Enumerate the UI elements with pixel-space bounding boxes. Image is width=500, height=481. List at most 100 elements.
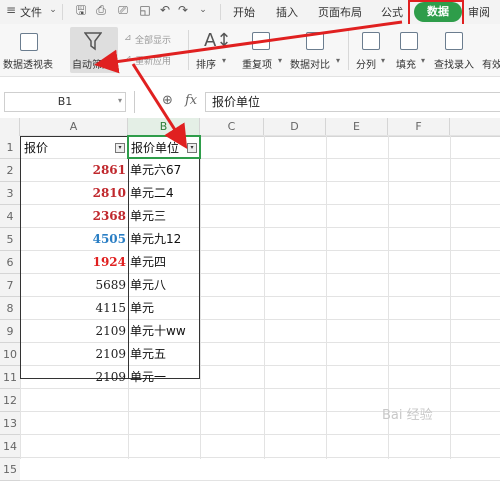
show-all-icon: ⊿ [124,33,132,43]
cell-unit[interactable]: 单元六67 [130,159,200,181]
row-header-15[interactable]: 15 [0,458,20,481]
row-header-13[interactable]: 13 [0,412,20,435]
row-header-10[interactable]: 10 [0,343,20,366]
reapply-icon: ⊿ [124,54,132,64]
hamburger-icon[interactable]: ≡ [4,3,18,17]
sort-button[interactable]: 排序 [196,56,216,71]
gridline-vertical [326,136,327,459]
cell-price[interactable]: 4115 [22,297,126,319]
cell-unit[interactable]: 单元一 [130,366,200,388]
tab-formulas[interactable]: 公式 [381,4,403,20]
redo-icon[interactable]: ↷ [176,3,190,17]
name-box[interactable]: B1 [4,92,126,112]
cell-unit[interactable]: 单元 [130,297,200,319]
cell-unit[interactable]: 单元九12 [130,228,200,250]
cell-price[interactable]: 4505 [22,228,126,250]
cell-unit[interactable]: 单元十ww [130,320,200,342]
lookup-entry-button[interactable]: 查找录入 [434,56,474,71]
column-header-c[interactable]: C [200,118,264,136]
show-all-button[interactable]: 全部显示 [135,33,171,46]
cell-price[interactable]: 1924 [22,251,126,273]
cell-unit[interactable]: 单元四 [130,251,200,273]
file-menu[interactable]: 文件 [20,4,42,20]
row-header-7[interactable]: 7 [0,274,20,297]
row-header-2[interactable]: 2 [0,159,20,182]
preview-icon[interactable]: ◱ [138,3,152,17]
filter-icon [84,32,102,51]
sort-icon: A↕ [204,30,232,51]
row-header-14[interactable]: 14 [0,435,20,458]
column-divider [128,136,129,379]
split-column-icon [362,32,380,50]
undo-icon[interactable]: ↶ [158,3,172,17]
formula-input[interactable]: 报价单位 [205,92,500,112]
cell-unit[interactable]: 单元三 [130,205,200,227]
cell-price[interactable]: 5689 [22,274,126,296]
divider [188,30,189,70]
gridline-horizontal [20,457,500,458]
column-header-e[interactable]: E [326,118,388,136]
row-header-3[interactable]: 3 [0,182,20,205]
cell-price[interactable]: 2109 [22,343,126,365]
row-header-4[interactable]: 4 [0,205,20,228]
print-preview-icon[interactable]: ⎚ [116,3,130,17]
column-header-g[interactable] [450,118,500,136]
cell-unit[interactable]: 单元二4 [130,182,200,204]
column-header-b[interactable]: B [128,118,200,136]
autofilter-label: 自动筛选 [72,60,112,71]
fill-icon [400,32,418,50]
pivot-table-button[interactable]: 数据透视表 [3,56,53,71]
column-header-a[interactable]: A [20,118,128,136]
column-header-d[interactable]: D [264,118,326,136]
row-header-11[interactable]: 11 [0,366,20,389]
row-header-12[interactable]: 12 [0,389,20,412]
cell-price[interactable]: 2810 [22,182,126,204]
tab-insert[interactable]: 插入 [276,4,298,20]
watermark: Bai 经验 [382,408,433,423]
row-header-8[interactable]: 8 [0,297,20,320]
cell-price[interactable]: 2109 [22,366,126,388]
divider [134,91,135,113]
cell-unit[interactable]: 单元五 [130,343,200,365]
validity-button[interactable]: 有效 [482,56,500,71]
cell-price[interactable]: 2861 [22,159,126,181]
duplicates-icon [252,32,270,50]
gridline-vertical [264,136,265,459]
row-header-1[interactable]: 1 [0,136,20,159]
lookup-entry-icon [445,32,463,50]
column-header-f[interactable]: F [388,118,450,136]
select-all-corner[interactable] [0,118,20,136]
filter-dropdown-a[interactable]: ▾ [115,143,125,153]
function-icon[interactable]: fx [185,93,197,108]
print-icon[interactable]: ⎙ [94,3,108,17]
tab-home[interactable]: 开始 [233,4,255,20]
reapply-button[interactable]: 重新应用 [135,54,171,67]
chevron-down-icon: ▾ [421,56,426,65]
row-header-6[interactable]: 6 [0,251,20,274]
gridline-vertical [200,136,201,459]
data-compare-button[interactable]: 数据对比 [290,56,330,71]
fill-button[interactable]: 填充 [396,56,416,71]
chevron-down-icon[interactable]: ⌄ [196,3,210,17]
chevron-down-icon[interactable]: ▾ [118,96,122,105]
annotation-box [408,0,464,26]
divider [62,4,63,20]
chevron-down-icon: ▾ [381,56,386,65]
duplicates-button[interactable]: 重复项 [242,56,272,71]
cell-price[interactable]: 2109 [22,320,126,342]
filter-dropdown-b[interactable]: ▾ [187,143,197,153]
gridline-horizontal [20,434,500,435]
zoom-icon[interactable]: ⊕ [162,93,173,108]
row-header-5[interactable]: 5 [0,228,20,251]
chevron-down-icon: ▾ [336,56,341,65]
tab-review[interactable]: 审阅 [468,4,490,20]
split-column-button[interactable]: 分列 [356,56,376,71]
header-cell-a1[interactable]: 报价 [24,137,48,159]
row-header-9[interactable]: 9 [0,320,20,343]
tab-page-layout[interactable]: 页面布局 [318,4,362,20]
cell-price[interactable]: 2368 [22,205,126,227]
cell-unit[interactable]: 单元八 [130,274,200,296]
chevron-down-icon: ▾ [222,56,227,65]
chevron-down-icon[interactable]: ⌄ [46,3,60,17]
save-icon[interactable]: 🖫 [74,3,88,17]
